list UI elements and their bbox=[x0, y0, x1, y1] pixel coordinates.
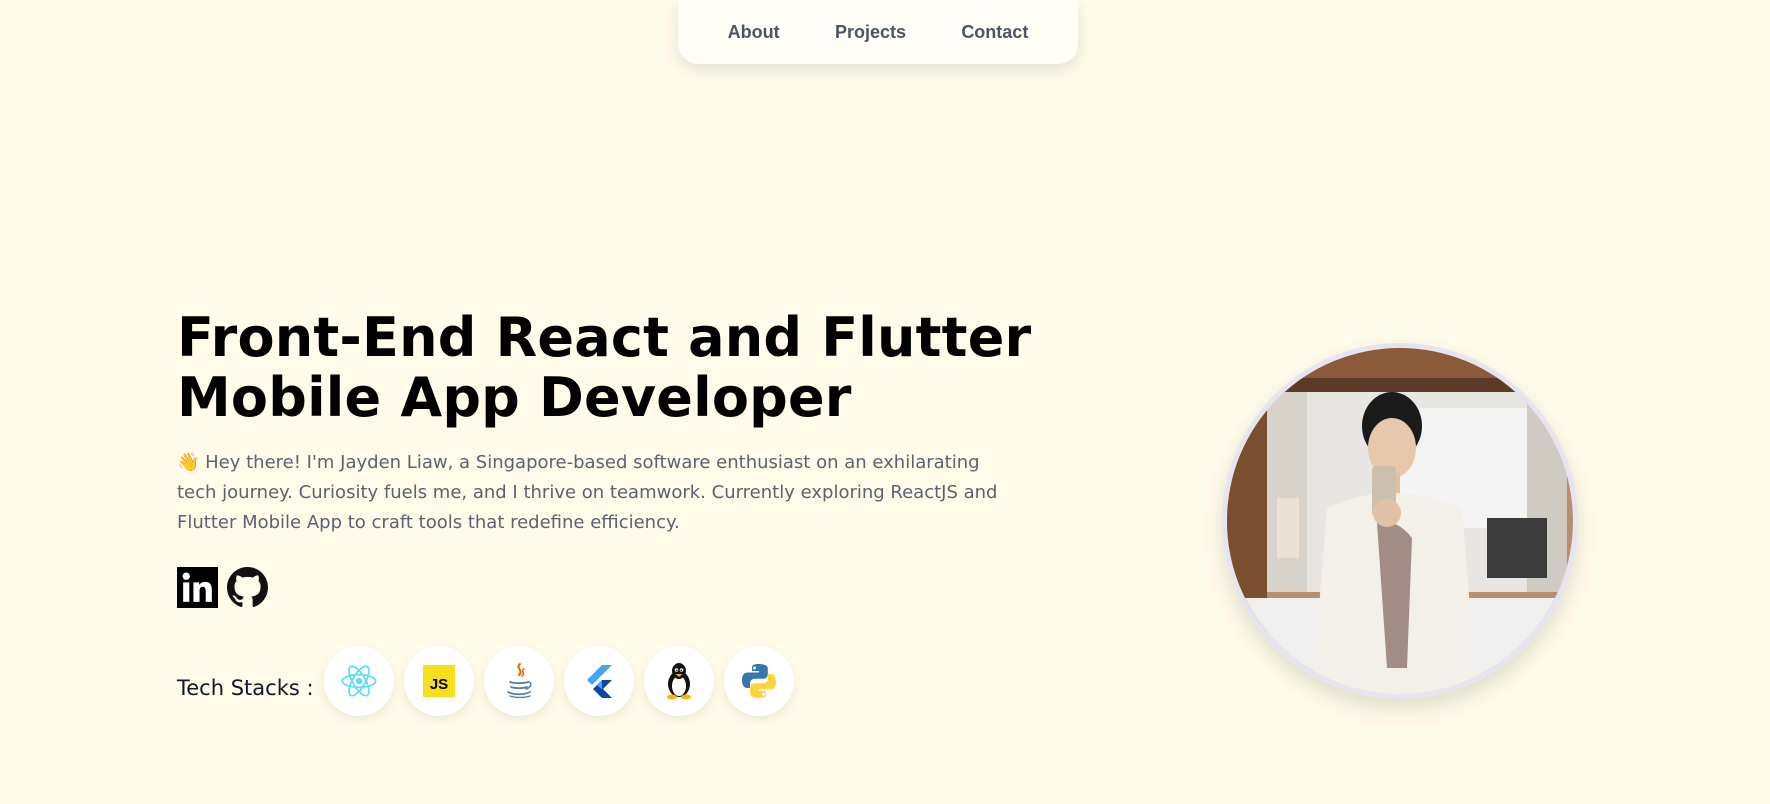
tech-stack-list: JS bbox=[323, 646, 794, 716]
hero-title-line2: Mobile App Developer bbox=[177, 366, 852, 429]
linux-tux-icon bbox=[666, 663, 691, 700]
tech-stack-javascript: JS bbox=[403, 646, 474, 716]
profile-photo-image bbox=[1227, 348, 1573, 694]
tech-stack-python bbox=[723, 646, 794, 716]
flutter-icon bbox=[586, 665, 612, 698]
github-link[interactable] bbox=[227, 567, 268, 608]
profile-photo bbox=[1222, 343, 1578, 699]
java-icon bbox=[506, 662, 532, 699]
tech-stacks: Tech Stacks : JS bbox=[177, 646, 794, 716]
tech-stack-java bbox=[483, 646, 554, 716]
tech-stack-linux bbox=[643, 646, 714, 716]
tech-stack-flutter bbox=[563, 646, 634, 716]
nav-contact-link[interactable]: Contact bbox=[961, 22, 1028, 43]
python-icon bbox=[741, 664, 776, 698]
javascript-icon-text: JS bbox=[429, 676, 447, 693]
tech-stack-react bbox=[323, 646, 394, 716]
nav-projects-link[interactable]: Projects bbox=[835, 22, 906, 43]
react-icon bbox=[341, 665, 377, 697]
linkedin-link[interactable] bbox=[177, 567, 218, 608]
social-links bbox=[177, 567, 268, 608]
nav-about-link[interactable]: About bbox=[728, 22, 780, 43]
hero-title: Front-End React and Flutter Mobile App D… bbox=[177, 308, 1077, 428]
github-icon bbox=[227, 567, 268, 607]
linkedin-icon bbox=[177, 567, 218, 608]
top-navbar: About Projects Contact bbox=[678, 0, 1078, 64]
hero-title-line1: Front-End React and Flutter bbox=[177, 306, 1032, 369]
javascript-icon: JS bbox=[422, 665, 455, 697]
hero-intro: 👋 Hey there! I'm Jayden Liaw, a Singapor… bbox=[177, 452, 998, 533]
tech-stacks-label: Tech Stacks : bbox=[177, 676, 314, 700]
